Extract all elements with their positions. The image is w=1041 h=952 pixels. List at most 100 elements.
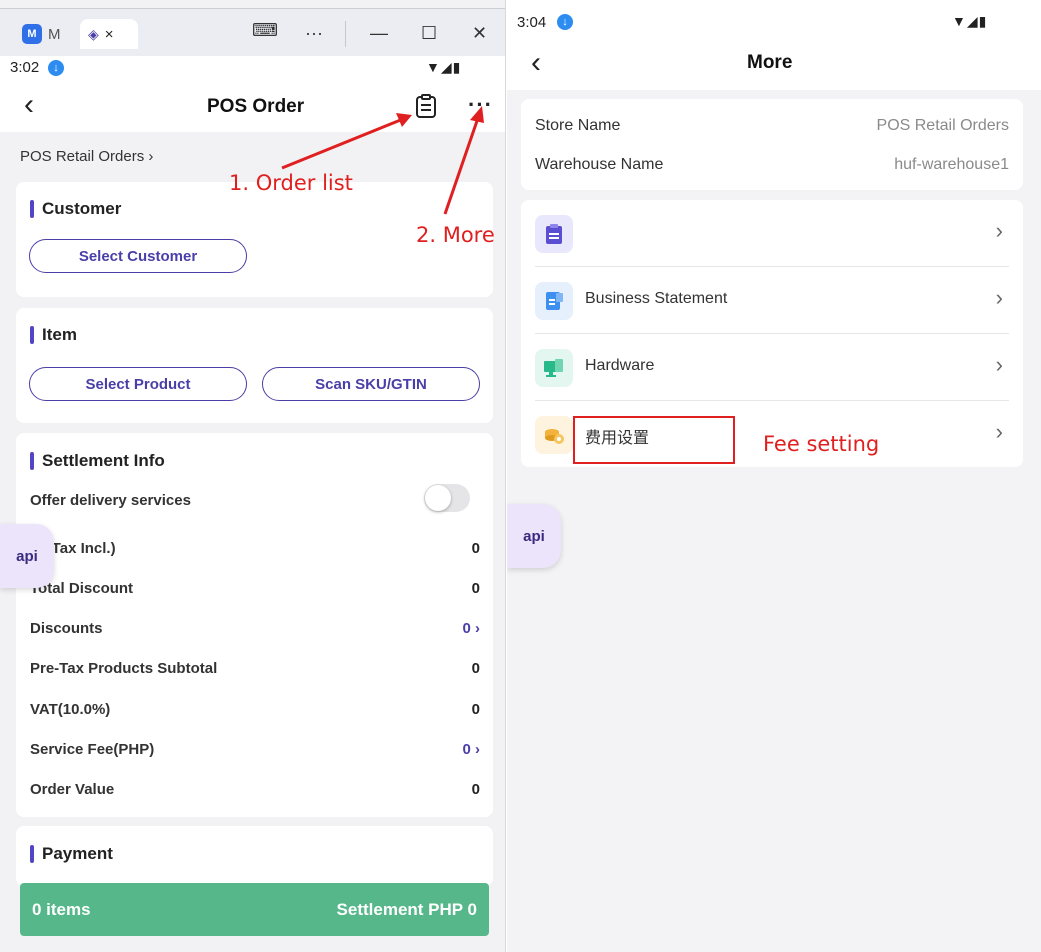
status-time: 3:02 [10,59,40,76]
window-titlebar: M M ◈ × ⌨ ··· — ☐ ✕ [0,8,505,56]
download-icon: ↓ [557,14,573,30]
menu-item-order[interactable]: › [535,200,1009,266]
status-time: 3:04 [517,14,547,31]
row-label: Discounts [30,620,103,637]
payment-card: Payment [16,826,493,886]
settlement-row-discounts[interactable]: Discounts 0 › [30,620,480,637]
delivery-row: Offer delivery services [30,492,480,509]
row-label: Order Value [30,781,115,798]
settlement-section-title: Settlement Info [30,451,165,471]
chevron-right-icon: › [995,352,1003,377]
info-value: huf-warehouse1 [894,156,1009,173]
row-value: 0 [471,540,480,557]
more-window-icon[interactable]: ··· [305,23,323,44]
store-info-card: Store Name POS Retail Orders Warehouse N… [521,99,1023,190]
system-status-icons: ▼◢▮ [426,59,462,75]
app-m-icon: M [22,24,42,44]
annotation-order-list: 1. Order list [229,171,353,195]
menu-item-business-statement[interactable]: Business Statement › [535,267,1009,333]
header: ‹ More [507,42,1041,90]
left-panel: M M ◈ × ⌨ ··· — ☐ ✕ 3:02 ↓ ▼◢▮ ‹ POS Ord… [0,0,506,952]
api-floating-button[interactable]: api [507,504,561,568]
payment-section-title: Payment [30,844,113,864]
annotation-box [573,416,735,464]
settlement-row-service-fee[interactable]: Service Fee(PHP) 0 › [30,741,480,758]
status-bar: 3:04 ↓ ▼◢▮ [507,0,1041,42]
section-bar [30,326,34,344]
download-icon: ↓ [48,60,64,76]
settlement-button[interactable]: Settlement PHP 0 [337,900,477,920]
window-tab-2[interactable]: ◈ × [80,19,138,49]
menu-label: Business Statement [585,290,728,307]
api-floating-button[interactable]: api [0,524,54,588]
minimize-icon[interactable]: — [370,23,388,44]
keyboard-icon[interactable]: ⌨ [252,20,278,41]
window-tab-1[interactable]: M M [14,19,76,49]
breadcrumb[interactable]: POS Retail Orders › [20,148,153,165]
back-icon[interactable]: ‹ [24,90,34,120]
row-label: VAT(10.0%) [30,701,111,718]
page-title: POS Order [207,96,305,117]
store-name-row: Store Name POS Retail Orders [535,117,1009,135]
header: ‹ POS Order ··· [0,80,505,132]
info-value: POS Retail Orders [876,117,1009,134]
fee-setting-icon [535,416,573,454]
info-label: Warehouse Name [535,156,664,173]
right-panel: 3:04 ↓ ▼◢▮ ‹ More Store Name POS Retail … [507,0,1041,952]
chevron-right-icon: › [995,285,1003,310]
delivery-toggle[interactable] [424,484,470,512]
delivery-label: Offer delivery services [30,492,191,509]
item-title-text: Item [42,325,77,344]
section-bar [30,845,34,863]
row-value: 0 [471,701,480,718]
info-label: Store Name [535,117,621,134]
row-label: Pre-Tax Products Subtotal [30,660,218,677]
row-label: Service Fee(PHP) [30,741,155,758]
window-divider [345,21,346,47]
item-section-title: Item [30,325,77,345]
settlement-row-order-value: Order Value 0 [30,781,480,798]
app-logo-icon: ◈ [88,25,99,42]
row-value: 0 [471,660,480,677]
items-count: 0 items [32,900,91,919]
hardware-icon [535,349,573,387]
close-window-icon[interactable]: ✕ [472,23,487,44]
business-statement-icon [535,282,573,320]
payment-title-text: Payment [42,844,113,863]
row-value[interactable]: 0 › [462,741,480,758]
annotation-fee-setting: Fee setting [763,432,880,456]
settlement-row-total-discount: Total Discount 0 [30,580,480,597]
chevron-right-icon: › [995,419,1003,444]
clipboard-icon [535,215,573,253]
chevron-right-icon: › [995,218,1003,243]
row-value: 0 [471,781,480,798]
annotation-more: 2. More [416,223,495,247]
select-customer-button[interactable]: Select Customer [29,239,247,273]
section-bar [30,200,34,218]
maximize-icon[interactable]: ☐ [421,23,437,44]
toggle-knob [425,485,451,511]
system-status-icons: ▼◢▮ [952,13,988,29]
section-bar [30,452,34,470]
settlement-row-total: al (Tax Incl.) 0 [30,540,480,557]
window-tab-1-label: M [48,25,61,43]
page-title: More [747,52,793,73]
settlement-row-pretax: Pre-Tax Products Subtotal 0 [30,660,480,677]
tab-close-icon[interactable]: × [105,26,114,43]
warehouse-name-row: Warehouse Name huf-warehouse1 [535,156,1009,174]
row-value: 0 [471,580,480,597]
row-value[interactable]: 0 › [462,620,480,637]
menu-label: Hardware [585,357,655,374]
scan-sku-button[interactable]: Scan SKU/GTIN [262,367,480,401]
more-icon[interactable]: ··· [468,94,493,116]
settlement-bar[interactable]: 0 items Settlement PHP 0 [20,883,489,936]
settlement-title-text: Settlement Info [42,451,165,470]
settlement-card: Settlement Info Offer delivery services … [16,433,493,817]
item-card: Item Select Product Scan SKU/GTIN [16,308,493,423]
select-product-button[interactable]: Select Product [29,367,247,401]
back-icon[interactable]: ‹ [531,48,541,78]
status-bar: 3:02 ↓ ▼◢▮ [0,56,505,80]
order-list-icon[interactable] [415,94,437,118]
customer-title-text: Customer [42,199,122,218]
menu-item-hardware[interactable]: Hardware › [535,334,1009,400]
